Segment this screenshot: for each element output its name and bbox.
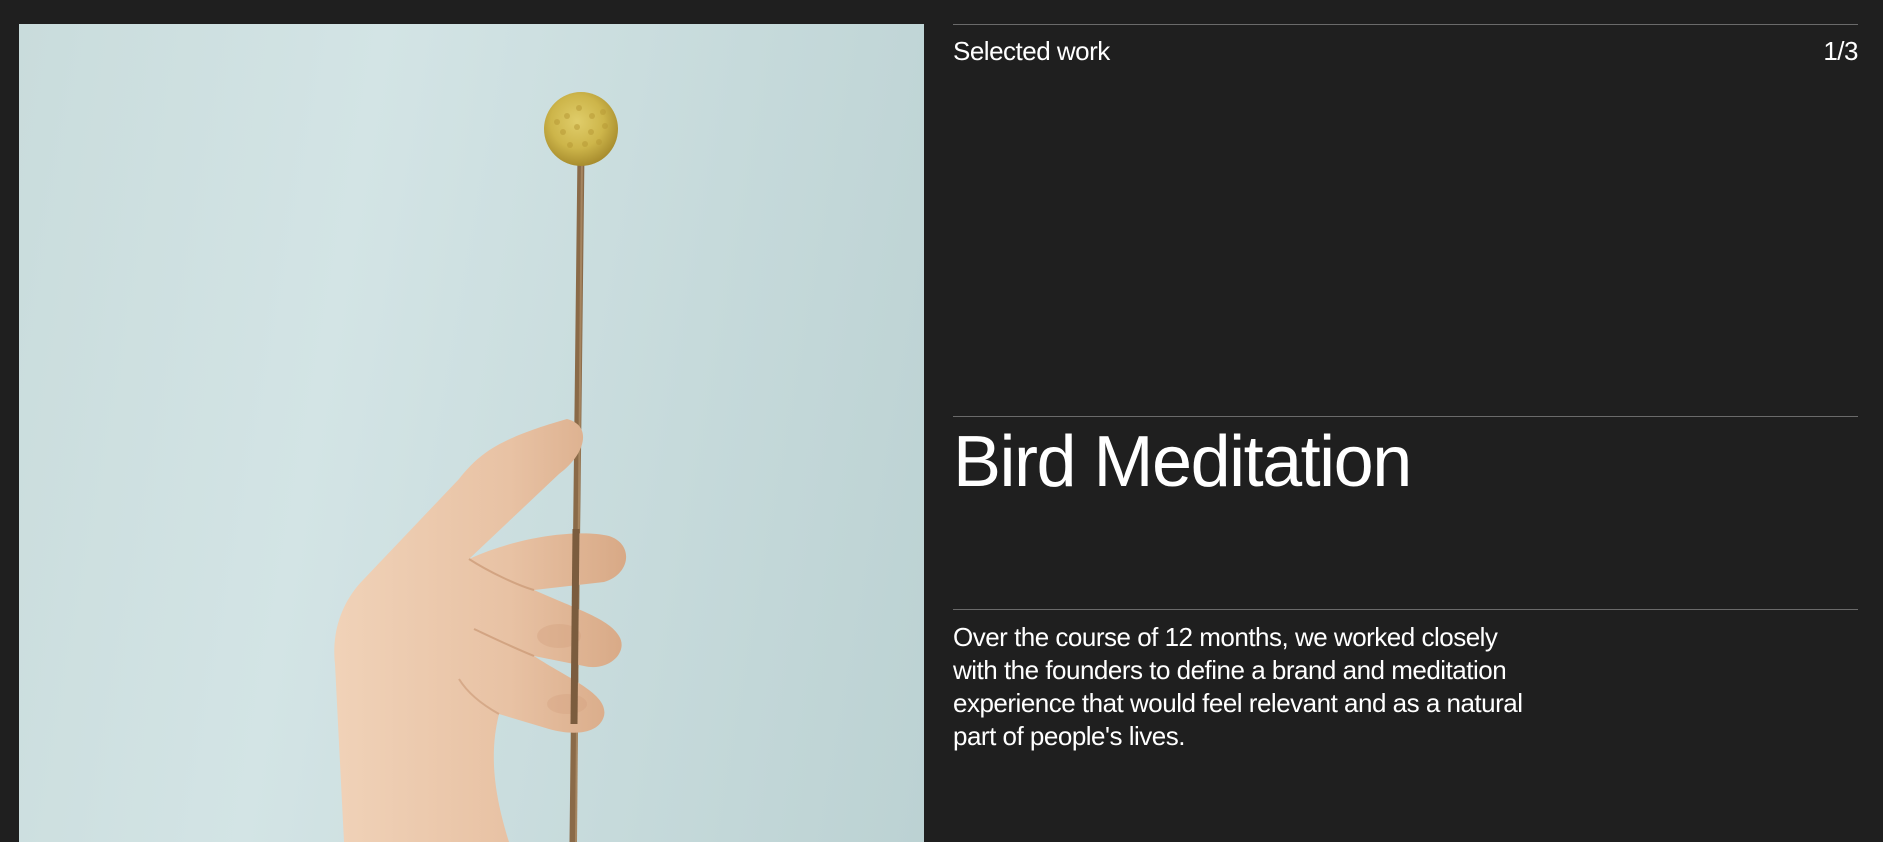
project-title[interactable]: Bird Meditation	[953, 420, 1412, 504]
project-image[interactable]	[19, 24, 924, 842]
project-info-panel: Selected work 1/3 Bird Meditation Over t…	[953, 0, 1858, 842]
slide-counter: 1/3	[1823, 36, 1858, 66]
section-label: Selected work	[953, 36, 1110, 66]
hand-holding-flower-illustration	[334, 92, 627, 842]
project-description: Over the course of 12 months, we worked …	[953, 622, 1523, 751]
top-divider	[953, 24, 1858, 25]
description-divider	[953, 609, 1858, 610]
title-divider	[953, 416, 1858, 417]
